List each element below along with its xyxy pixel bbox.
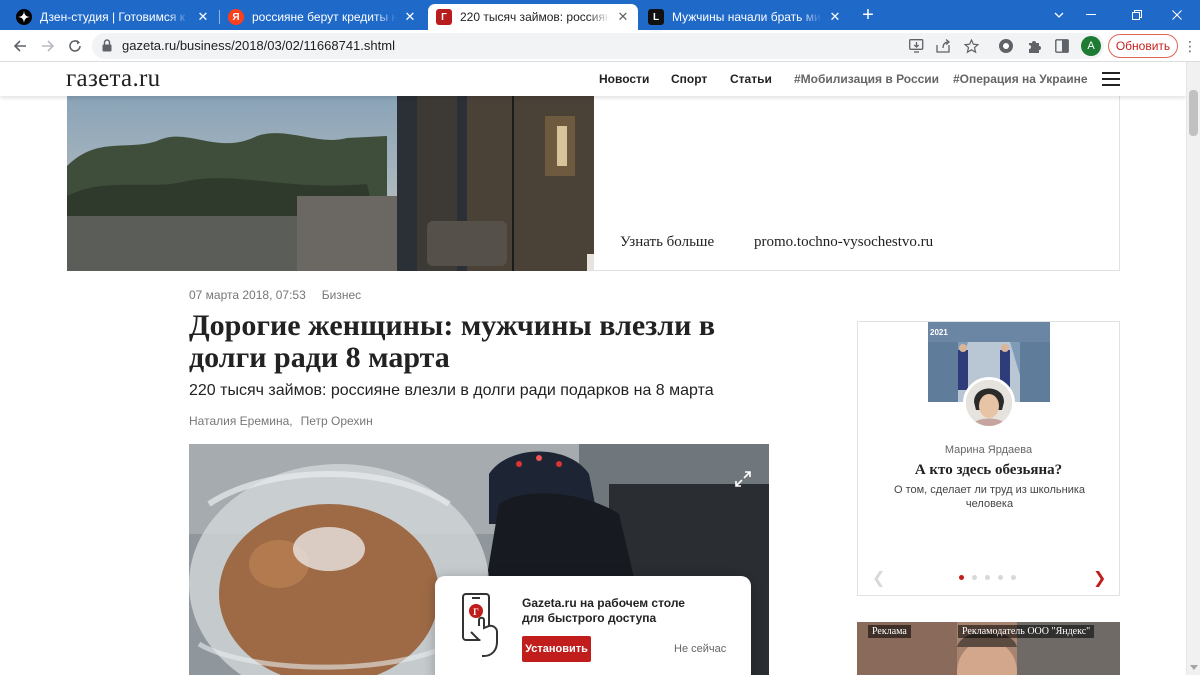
opinion-widget: 2021 Марина Ярдаева А кто здесь обезьяна… xyxy=(857,321,1120,596)
carousel-dots xyxy=(959,575,1024,580)
lock-icon[interactable] xyxy=(102,39,112,52)
nav-link-sport[interactable]: Спорт xyxy=(671,72,707,86)
tab-title: 220 тысяч займов: россияне влезли xyxy=(460,10,610,24)
nav-link-articles[interactable]: Статьи xyxy=(730,72,772,86)
carousel-prev-icon[interactable]: ❮ xyxy=(872,568,885,588)
bookmark-star-icon[interactable] xyxy=(963,38,979,54)
close-icon[interactable]: ✕ xyxy=(403,9,417,25)
close-window-icon[interactable] xyxy=(1154,0,1200,30)
site-header: газета.ru Новости Спорт Статьи #Мобилиза… xyxy=(0,62,1186,96)
zen-icon xyxy=(16,9,32,25)
tab-title: Мужчины начали брать микрозаймы xyxy=(672,10,822,24)
back-arrow-icon[interactable] xyxy=(8,34,32,58)
new-tab-plus-icon[interactable]: + xyxy=(857,4,879,26)
carousel-next-icon[interactable]: ❯ xyxy=(1093,568,1106,588)
ad-label: Реклама xyxy=(868,625,911,638)
yandex-icon: Я xyxy=(228,9,244,25)
side-panel-icon[interactable] xyxy=(1054,38,1070,54)
install-app-popup: Г Gazeta.ru на рабочем столе для быстрог… xyxy=(435,576,751,675)
article-lead: 220 тысяч займов: россияне влезли в долг… xyxy=(189,382,714,399)
author-avatar[interactable] xyxy=(963,377,1015,429)
promo-panel: Узнать больше promo.tochno-vysochestvo.r… xyxy=(594,96,1120,271)
address-bar[interactable]: gazeta.ru/business/2018/03/02/11668741.s… xyxy=(92,33,1104,59)
profile-avatar[interactable]: A xyxy=(1081,36,1101,56)
tab-yandex-search[interactable]: Я россияне берут кредиты на 8 марта ✕ xyxy=(220,4,425,30)
hamburger-menu-icon[interactable] xyxy=(1102,72,1120,86)
l-icon: L xyxy=(648,9,664,25)
more-menu-icon[interactable]: ⋮ xyxy=(1183,38,1197,54)
tab-title: Дзен-студия | Готовимся к 8 марта xyxy=(40,10,190,24)
article-title: Дорогие женщины: мужчины влезли в долги … xyxy=(189,309,716,374)
gazeta-icon: Г xyxy=(436,9,452,25)
tab-zen-studio[interactable]: Дзен-студия | Готовимся к 8 марта ✕ xyxy=(8,4,218,30)
author-link[interactable]: Петр Орехин xyxy=(301,414,373,428)
close-icon[interactable]: ✕ xyxy=(616,9,630,25)
svg-text:Г: Г xyxy=(473,607,479,617)
scroll-down-icon[interactable] xyxy=(1190,665,1198,670)
install-popup-text: Gazeta.ru на рабочем столе для быстрого … xyxy=(522,596,685,626)
advertisement[interactable]: Реклама Рекламодатель ООО "Яндекс" xyxy=(857,622,1120,675)
tab-microloans[interactable]: L Мужчины начали брать микрозаймы ✕ xyxy=(640,4,850,30)
reload-icon[interactable] xyxy=(63,34,87,58)
page-scrollbar[interactable] xyxy=(1186,62,1200,675)
tab-gazeta-article[interactable]: Г 220 тысяч займов: россияне влезли ✕ xyxy=(428,4,638,30)
install-popup-text-line: Gazeta.ru на рабочем столе xyxy=(522,596,685,610)
article-rubric-link[interactable]: Бизнес xyxy=(322,288,361,302)
widget-article-title[interactable]: А кто здесь обезьяна? xyxy=(858,462,1119,479)
nav-link-mobilization[interactable]: #Мобилизация в России xyxy=(794,72,939,86)
share-icon[interactable] xyxy=(935,38,951,54)
not-now-button[interactable]: Не сейчас xyxy=(674,643,726,655)
widget-image-label: 2021 xyxy=(930,328,948,337)
expand-icon[interactable] xyxy=(734,470,752,488)
extensions-puzzle-icon[interactable] xyxy=(1026,38,1042,54)
carousel-dot[interactable] xyxy=(972,575,977,580)
scrollbar-thumb[interactable] xyxy=(1189,90,1198,136)
promo-image[interactable] xyxy=(67,96,594,271)
page-viewport: газета.ru Новости Спорт Статьи #Мобилиза… xyxy=(0,62,1186,675)
forward-arrow-icon[interactable] xyxy=(36,34,60,58)
install-app-icon[interactable] xyxy=(908,38,924,54)
tab-strip: Дзен-студия | Готовимся к 8 марта ✕ Я ро… xyxy=(0,0,1200,30)
article-date: 07 марта 2018, 07:53 xyxy=(189,288,306,302)
extension-icon[interactable] xyxy=(998,38,1014,54)
article-meta: 07 марта 2018, 07:53 Бизнес xyxy=(189,288,361,302)
browser-toolbar: gazeta.ru/business/2018/03/02/11668741.s… xyxy=(0,30,1200,62)
site-logo[interactable]: газета.ru xyxy=(66,65,160,93)
nav-link-news[interactable]: Новости xyxy=(599,72,649,86)
promo-learn-more-link[interactable]: Узнать больше xyxy=(620,234,714,251)
install-button[interactable]: Установить xyxy=(522,636,591,662)
widget-article-description: О том, сделает ли труд из школьника чело… xyxy=(893,484,1086,510)
phone-app-icon: Г xyxy=(462,593,498,657)
url-text[interactable]: gazeta.ru/business/2018/03/02/11668741.s… xyxy=(122,38,395,53)
tab-title: россияне берут кредиты на 8 марта xyxy=(252,10,397,24)
promo-domain-link[interactable]: promo.tochno-vysochestvo.ru xyxy=(754,234,933,251)
minimize-icon[interactable] xyxy=(1068,0,1114,30)
update-button[interactable]: Обновить xyxy=(1108,34,1178,58)
carousel-dot[interactable] xyxy=(998,575,1003,580)
article-authors: Наталия Еремина, Петр Орехин xyxy=(189,414,373,428)
close-icon[interactable]: ✕ xyxy=(828,9,842,25)
widget-author-name[interactable]: Марина Ярдаева xyxy=(858,444,1119,456)
ad-advertiser-label: Рекламодатель ООО "Яндекс" xyxy=(958,625,1095,638)
install-popup-text-line: для быстрого доступа xyxy=(522,611,657,625)
carousel-dot[interactable] xyxy=(1011,575,1016,580)
author-link[interactable]: Наталия Еремина, xyxy=(189,414,293,428)
nav-link-operation[interactable]: #Операция на Украине xyxy=(953,72,1088,86)
carousel-dot[interactable] xyxy=(985,575,990,580)
carousel-dot[interactable] xyxy=(959,575,964,580)
close-icon[interactable]: ✕ xyxy=(196,9,210,25)
